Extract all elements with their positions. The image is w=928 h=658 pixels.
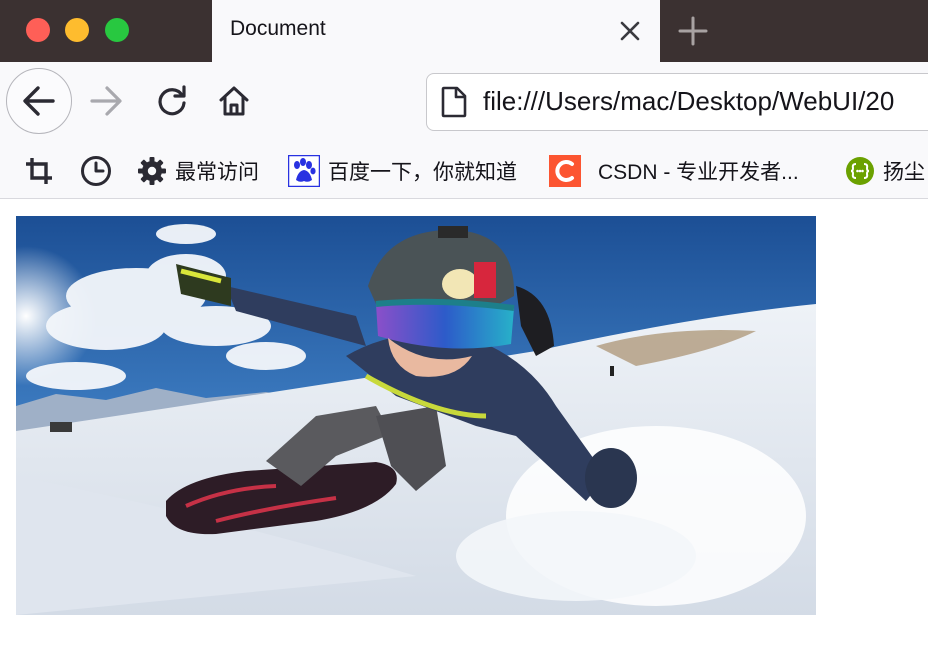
gear-icon — [138, 157, 166, 185]
window-minimize-button[interactable] — [65, 18, 89, 42]
bookmark-csdn[interactable]: CSDN - 专业开发者... — [549, 144, 799, 198]
bookmark-label: CSDN - 专业开发者... — [598, 161, 799, 184]
tab-close-button[interactable] — [614, 15, 646, 47]
tab-title: Document — [230, 17, 326, 40]
url-bar[interactable]: file:///Users/mac/Desktop/WebUI/20 — [426, 73, 928, 131]
bookmark-label: 最常访问 — [175, 161, 259, 184]
page-icon — [441, 86, 467, 118]
crop-icon — [26, 158, 52, 184]
home-icon — [219, 86, 249, 116]
new-tab-button[interactable] — [672, 12, 714, 50]
photo-illustration — [16, 216, 816, 615]
window-close-button[interactable] — [26, 18, 50, 42]
clock-icon — [81, 156, 111, 186]
navigation-toolbar: file:///Users/mac/Desktop/WebUI/20 — [0, 62, 928, 144]
reload-button[interactable] — [150, 79, 194, 123]
bookmark-baidu[interactable]: 百度一下，你就知道 — [288, 144, 517, 198]
window-maximize-button[interactable] — [105, 18, 129, 42]
home-button[interactable] — [212, 79, 256, 123]
baidu-paw-icon — [288, 155, 320, 187]
braces-icon — [846, 157, 874, 185]
title-bar: Document — [0, 0, 928, 62]
bookmark-label: 百度一下，你就知道 — [328, 161, 517, 184]
back-button[interactable] — [6, 68, 72, 134]
url-text: file:///Users/mac/Desktop/WebUI/20 — [483, 86, 895, 116]
close-icon — [620, 21, 640, 41]
bookmarks-toolbar: 最常访问 百度一下，你就知道 CSDN - 专业开发者... 扬尘 — [0, 144, 928, 199]
screenshot-button[interactable] — [24, 144, 54, 198]
csdn-logo-icon — [549, 155, 581, 187]
forward-button[interactable] — [86, 79, 126, 123]
arrow-right-icon — [90, 86, 122, 116]
bookmark-yangchen[interactable]: 扬尘 — [845, 144, 925, 198]
bookmark-most-visited[interactable]: 最常访问 — [137, 144, 259, 198]
bookmark-label: 扬尘 — [883, 161, 925, 184]
tab-document[interactable]: Document — [212, 0, 660, 62]
arrow-left-icon — [23, 86, 55, 116]
history-button[interactable] — [80, 144, 112, 198]
plus-icon — [678, 16, 708, 46]
reload-icon — [158, 85, 186, 116]
snowboarder-photo — [16, 216, 816, 615]
